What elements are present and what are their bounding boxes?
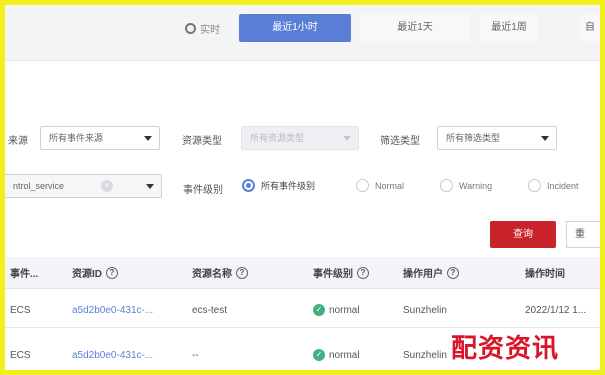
resource-type-select-value: 所有资源类型 — [250, 133, 305, 143]
table-header: 事件... 资源ID? 资源名称? 事件级别? 操作用户? 操作时间 — [5, 257, 600, 289]
chevron-down-icon — [144, 136, 152, 141]
filter-type-label: 筛选类型 — [380, 136, 420, 147]
cell-resource-name: -- — [192, 349, 199, 361]
check-circle-icon: ✓ — [313, 349, 325, 361]
range-1-day-button[interactable]: 最近1天 — [360, 14, 470, 42]
source-label: 来源 — [8, 136, 28, 147]
range-custom-button[interactable]: 自 — [580, 14, 600, 42]
help-icon[interactable]: ? — [106, 266, 118, 279]
event-level-label: 事件级别 — [183, 185, 223, 196]
cell-source: ECS — [10, 304, 31, 316]
col-user-header: 操作用户? — [403, 257, 459, 288]
cell-source: ECS — [10, 349, 31, 361]
radio-icon — [528, 179, 541, 192]
col-event-level-label: 事件级别 — [313, 269, 353, 280]
service-select[interactable]: ntrol_service × — [4, 174, 162, 198]
service-select-value: ntrol_service — [13, 181, 65, 191]
col-source-label: 事件... — [10, 269, 39, 280]
col-event-level-header: 事件级别? — [313, 257, 369, 288]
level-radio-normal[interactable]: Normal — [356, 179, 404, 192]
help-icon[interactable]: ? — [357, 266, 369, 279]
level-radio-incident[interactable]: Incident — [528, 179, 579, 192]
col-time-header: 操作时间 — [525, 257, 565, 288]
col-resource-name-header: 资源名称? — [192, 257, 248, 288]
radio-checked-icon — [242, 179, 255, 192]
col-time-label: 操作时间 — [525, 269, 565, 280]
cell-time: 2022/1/12 1... — [525, 304, 587, 316]
filter-type-select-value: 所有筛选类型 — [446, 133, 501, 143]
live-toggle[interactable]: 实时 — [185, 18, 220, 38]
cell-level-text: normal — [329, 304, 360, 316]
level-radio-all[interactable]: 所有事件级别 — [242, 179, 315, 192]
col-source-header[interactable]: 事件... — [10, 257, 38, 288]
level-radio-incident-label: Incident — [547, 180, 579, 191]
live-label: 实时 — [200, 24, 220, 36]
level-radio-all-label: 所有事件级别 — [261, 181, 316, 191]
resource-type-label: 资源类型 — [182, 136, 222, 147]
level-radio-warning-label: Warning — [459, 180, 493, 191]
cell-resource-id-link[interactable]: a5d2b0e0-431c-... — [72, 338, 153, 372]
cell-user: Sunzhelin — [403, 304, 447, 316]
col-resource-id-header: 资源ID? — [72, 257, 118, 288]
divider — [5, 60, 600, 61]
cell-resource-id-link[interactable]: a5d2b0e0-431c-... — [72, 293, 153, 327]
radio-icon — [440, 179, 453, 192]
range-1-week-button[interactable]: 最近1周 — [480, 14, 538, 42]
level-radio-normal-label: Normal — [375, 180, 405, 191]
cell-user: Sunzhelin — [403, 349, 447, 361]
reset-button[interactable]: 重 — [566, 221, 605, 248]
live-icon — [185, 22, 196, 34]
col-resource-name-label: 资源名称 — [192, 269, 232, 280]
level-radio-warning[interactable]: Warning — [440, 179, 492, 192]
col-resource-id-label: 资源ID — [72, 269, 102, 280]
col-user-label: 操作用户 — [403, 269, 443, 280]
check-circle-icon: ✓ — [313, 304, 325, 316]
resource-type-select: 所有资源类型 — [241, 126, 359, 150]
cell-level: ✓ normal — [313, 293, 360, 327]
source-select[interactable]: 所有事件来源 — [40, 126, 160, 150]
cell-level-text: normal — [329, 349, 360, 361]
watermark-text: 配资资讯 — [451, 334, 560, 364]
clear-icon[interactable]: × — [101, 180, 113, 192]
cell-resource-name: ecs-test — [192, 304, 228, 316]
range-1-hour-button[interactable]: 最近1小时 — [239, 14, 351, 42]
help-icon[interactable]: ? — [447, 266, 459, 279]
help-icon[interactable]: ? — [236, 266, 248, 279]
chevron-down-icon — [541, 136, 549, 141]
source-select-value: 所有事件来源 — [49, 133, 104, 143]
cell-level: ✓ normal — [313, 338, 360, 372]
filter-type-select[interactable]: 所有筛选类型 — [437, 126, 557, 150]
chevron-down-icon — [146, 184, 154, 189]
query-button[interactable]: 查询 — [490, 221, 556, 248]
table-row: ECS a5d2b0e0-431c-... ecs-test ✓ normal S… — [5, 293, 600, 328]
chevron-down-icon — [343, 136, 351, 141]
radio-icon — [356, 179, 369, 192]
